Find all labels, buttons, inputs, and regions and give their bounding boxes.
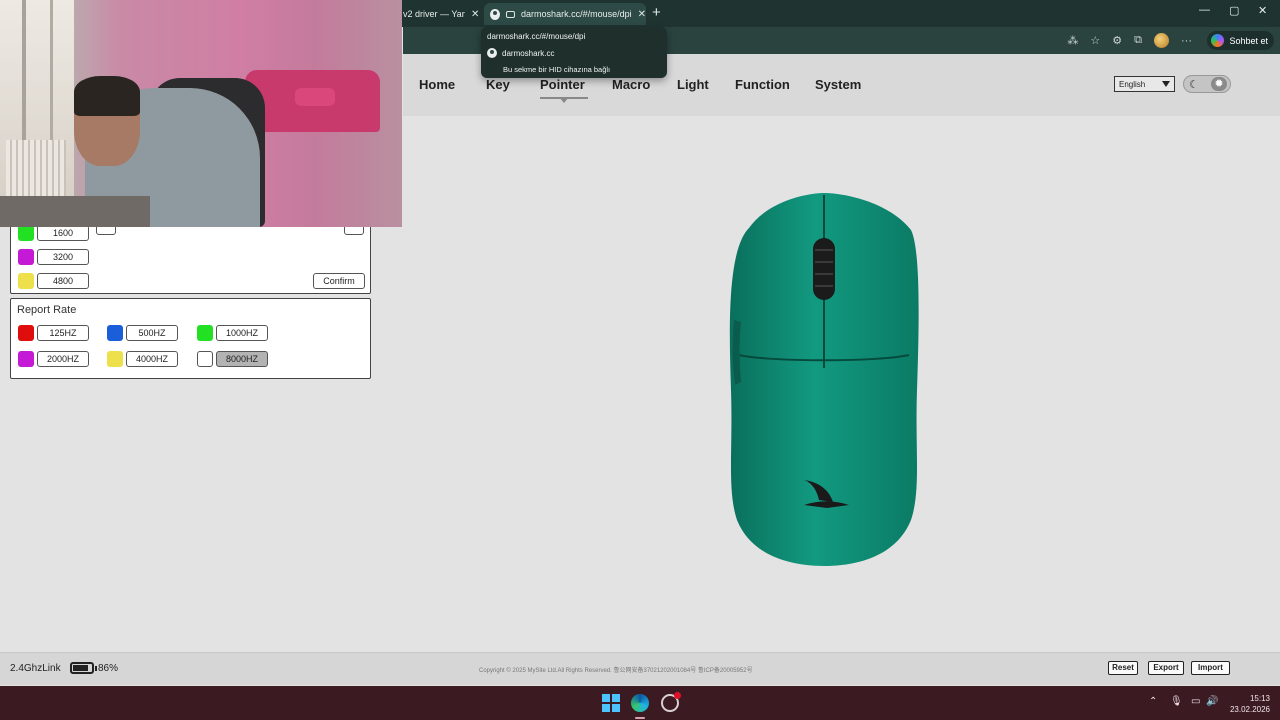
toolbar-icons: ⁂ ☆ ⚙ ⧉ ··· xyxy=(1067,33,1192,48)
recording-app-icon[interactable] xyxy=(661,692,681,712)
tooltip-site-label: darmoshark.cc xyxy=(502,48,555,58)
rate-color-swatch xyxy=(197,325,213,341)
report-rate-title: Report Rate xyxy=(17,304,77,316)
active-nav-indicator xyxy=(540,97,588,103)
reset-button[interactable]: Reset xyxy=(1108,661,1138,675)
rate-color-swatch xyxy=(107,325,123,341)
extensions-icon[interactable]: ⚙ xyxy=(1112,34,1122,47)
theme-toggle[interactable]: ☾ ✹ xyxy=(1183,75,1231,93)
rate-color-swatch xyxy=(18,351,34,367)
hid-device-icon xyxy=(505,10,516,18)
moon-icon: ☾ xyxy=(1189,79,1199,91)
rate-color-swatch xyxy=(107,351,123,367)
app-footer: 2.4GhzLink 86% Copyright © 2025 MySite L… xyxy=(0,652,1280,685)
rate-option-button[interactable]: 500HZ xyxy=(126,325,178,341)
rate-option-button[interactable]: 1000HZ xyxy=(216,325,268,341)
nav-home[interactable]: Home xyxy=(419,77,455,92)
confirm-button[interactable]: Confirm xyxy=(313,273,365,289)
language-value: English xyxy=(1119,79,1146,89)
tab-inactive[interactable]: v2 driver — Yandex ✕ xyxy=(403,3,483,25)
profile-avatar[interactable] xyxy=(1154,33,1169,48)
mouse-image xyxy=(729,193,919,566)
clock-date: 23.02.2026 xyxy=(1229,705,1270,714)
taskbar: ⌃ 🎙 ▭ 🔊 15:13 23.02.2026 xyxy=(0,686,1280,720)
scroll-wheel xyxy=(813,238,835,300)
tab-active[interactable]: darmoshark.cc/#/mouse/dpi ✕ xyxy=(484,3,646,25)
rate-option-button[interactable]: 2000HZ xyxy=(37,351,89,367)
site-icon xyxy=(490,8,500,20)
clock-time: 15:13 xyxy=(1249,694,1270,703)
clock[interactable]: 15:13 23.02.2026 xyxy=(1230,693,1270,715)
rate-option-button[interactable]: 125HZ xyxy=(37,325,89,341)
battery-icon xyxy=(70,662,97,674)
webcam-sofa xyxy=(245,70,380,132)
new-tab-button[interactable]: + xyxy=(652,4,661,21)
nav-key[interactable]: Key xyxy=(486,77,510,92)
display-icon[interactable]: ▭ xyxy=(1191,696,1200,707)
copilot-label: Sohbet et xyxy=(1229,35,1268,46)
import-button[interactable]: Import xyxy=(1191,661,1230,675)
more-menu-icon[interactable]: ··· xyxy=(1181,35,1192,47)
dpi-color-swatch[interactable] xyxy=(18,249,34,265)
nav-light[interactable]: Light xyxy=(677,77,709,92)
webcam-desk xyxy=(0,196,150,227)
tab-hover-tooltip: darmoshark.cc/#/mouse/dpi darmoshark.cc … xyxy=(481,27,667,78)
close-icon[interactable]: ✕ xyxy=(638,9,646,20)
webcam-hair xyxy=(74,76,140,116)
language-select[interactable]: English xyxy=(1114,76,1175,92)
connection-mode: 2.4GhzLink xyxy=(10,663,61,674)
nav-system[interactable]: System xyxy=(815,77,861,92)
nav-macro[interactable]: Macro xyxy=(612,77,650,92)
dpi-value-input[interactable]: 3200 xyxy=(37,249,89,265)
dpi-value-input[interactable]: 4800 xyxy=(37,273,89,289)
maximize-button[interactable]: ▢ xyxy=(1229,4,1239,17)
active-app-indicator xyxy=(635,717,645,719)
site-icon xyxy=(487,48,497,58)
sun-icon: ✹ xyxy=(1211,77,1227,91)
tray-chevron-icon[interactable]: ⌃ xyxy=(1149,696,1157,707)
translate-icon[interactable]: ⁂ xyxy=(1067,34,1078,47)
microphone-icon[interactable]: 🎙 xyxy=(1170,696,1183,707)
tab-title: darmoshark.cc/#/mouse/dpi xyxy=(521,9,632,19)
copilot-button[interactable]: Sohbet et xyxy=(1207,31,1274,50)
edge-browser-icon[interactable] xyxy=(631,694,649,712)
rate-color-swatch xyxy=(197,351,213,367)
rate-color-swatch xyxy=(18,325,34,341)
copyright-text: Copyright © 2025 MySite Ltd.All Rights R… xyxy=(479,668,753,674)
report-rate-panel: Report Rate 125HZ 500HZ 1000HZ 2000HZ 40… xyxy=(10,298,371,379)
volume-icon[interactable]: 🔊 xyxy=(1206,696,1218,707)
battery-percent: 86% xyxy=(98,663,119,674)
copilot-icon xyxy=(1211,34,1225,47)
collections-icon[interactable]: ⧉ xyxy=(1134,34,1142,47)
dpi-color-swatch[interactable] xyxy=(18,225,34,241)
dpi-color-swatch[interactable] xyxy=(18,273,34,289)
close-icon[interactable]: ✕ xyxy=(471,9,479,20)
rate-option-button-selected[interactable]: 8000HZ xyxy=(216,351,268,367)
notification-dot-icon xyxy=(674,692,681,699)
tooltip-site: darmoshark.cc xyxy=(487,48,661,58)
tab-title: v2 driver — Yandex xyxy=(403,9,465,19)
dpi-value-input[interactable]: 1600 xyxy=(37,225,89,241)
battery-level xyxy=(73,665,89,671)
minimize-button[interactable]: — xyxy=(1199,4,1210,16)
export-button[interactable]: Export xyxy=(1148,661,1184,675)
tooltip-url: darmoshark.cc/#/mouse/dpi xyxy=(487,32,586,41)
rate-option-button[interactable]: 4000HZ xyxy=(126,351,178,367)
nav-pointer[interactable]: Pointer xyxy=(540,77,585,92)
dropdown-arrow-icon xyxy=(1162,81,1170,87)
window-close-button[interactable]: ✕ xyxy=(1258,4,1267,17)
tooltip-hid-notice: Bu sekme bir HID cihazına bağlı xyxy=(503,65,611,74)
nav-function[interactable]: Function xyxy=(735,77,790,92)
webcam-overlay xyxy=(0,0,402,227)
start-icon[interactable] xyxy=(602,694,620,712)
favorite-star-icon[interactable]: ☆ xyxy=(1090,34,1100,47)
